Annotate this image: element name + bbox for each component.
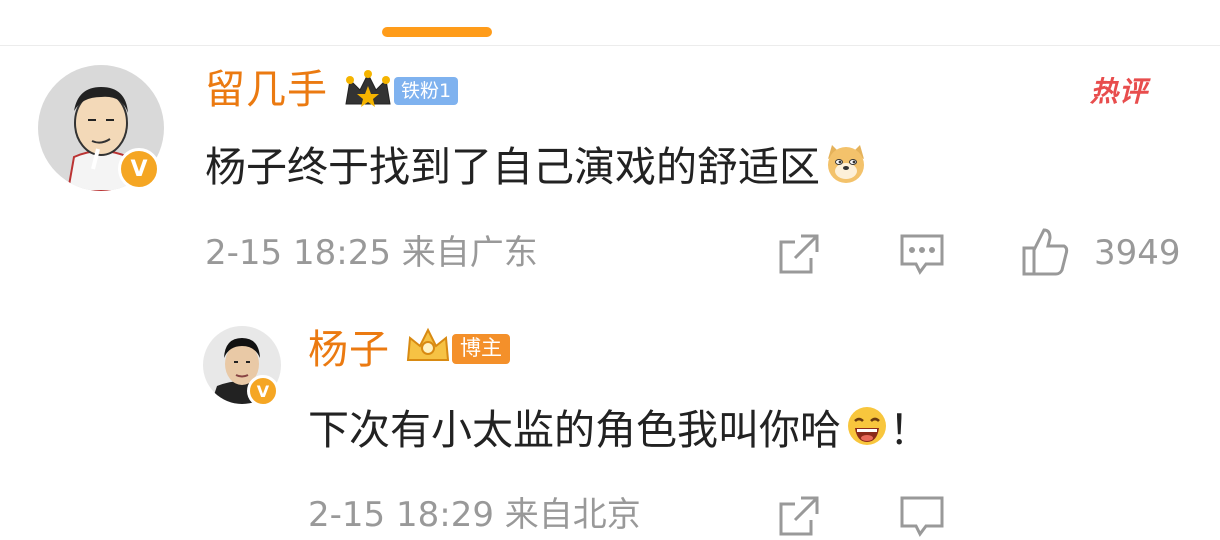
- reply-text-suffix: ！: [889, 406, 930, 454]
- active-tab-indicator: [382, 27, 492, 37]
- like-icon[interactable]: [1020, 226, 1072, 278]
- crown-icon: [342, 68, 394, 114]
- comment-timestamp: 2-15 18:25: [205, 233, 391, 273]
- verified-v-icon: V: [118, 148, 160, 190]
- comment-meta: 2-15 18:25 来自广东: [205, 236, 538, 270]
- fan-badge[interactable]: 铁粉1: [342, 68, 459, 114]
- reply-timestamp: 2-15 18:29: [308, 495, 494, 535]
- laugh-emoji-icon: [845, 404, 889, 455]
- header-divider: [0, 45, 1220, 46]
- comment-icon[interactable]: [898, 492, 946, 540]
- repost-icon[interactable]: [775, 492, 823, 540]
- reply-text-body: 下次有小太监的角色我叫你哈: [308, 406, 841, 454]
- author-badge[interactable]: 博主: [404, 326, 510, 372]
- comment-username[interactable]: 留几手: [205, 70, 328, 110]
- comment-text-body: 杨子终于找到了自己演戏的舒适区: [205, 143, 820, 191]
- doge-emoji-icon: [824, 141, 868, 192]
- author-badge-label: 博主: [452, 334, 510, 364]
- fan-badge-label: 铁粉1: [394, 76, 459, 106]
- repost-icon[interactable]: [775, 230, 823, 278]
- like-count: 3949: [1094, 233, 1181, 273]
- comment-text: 杨子终于找到了自己演戏的舒适区: [205, 141, 868, 192]
- comment-icon[interactable]: [898, 230, 946, 278]
- reply-meta: 2-15 18:29 来自北京: [308, 498, 641, 532]
- verified-v-icon: V: [247, 375, 279, 407]
- reply-location: 来自北京: [504, 495, 641, 535]
- reply-username[interactable]: 杨子: [308, 330, 390, 370]
- crown-icon: [404, 326, 452, 372]
- hot-comment-badge: 热评: [1090, 75, 1149, 108]
- reply-text: 下次有小太监的角色我叫你哈 ！: [308, 404, 930, 455]
- comment-location: 来自广东: [401, 233, 538, 273]
